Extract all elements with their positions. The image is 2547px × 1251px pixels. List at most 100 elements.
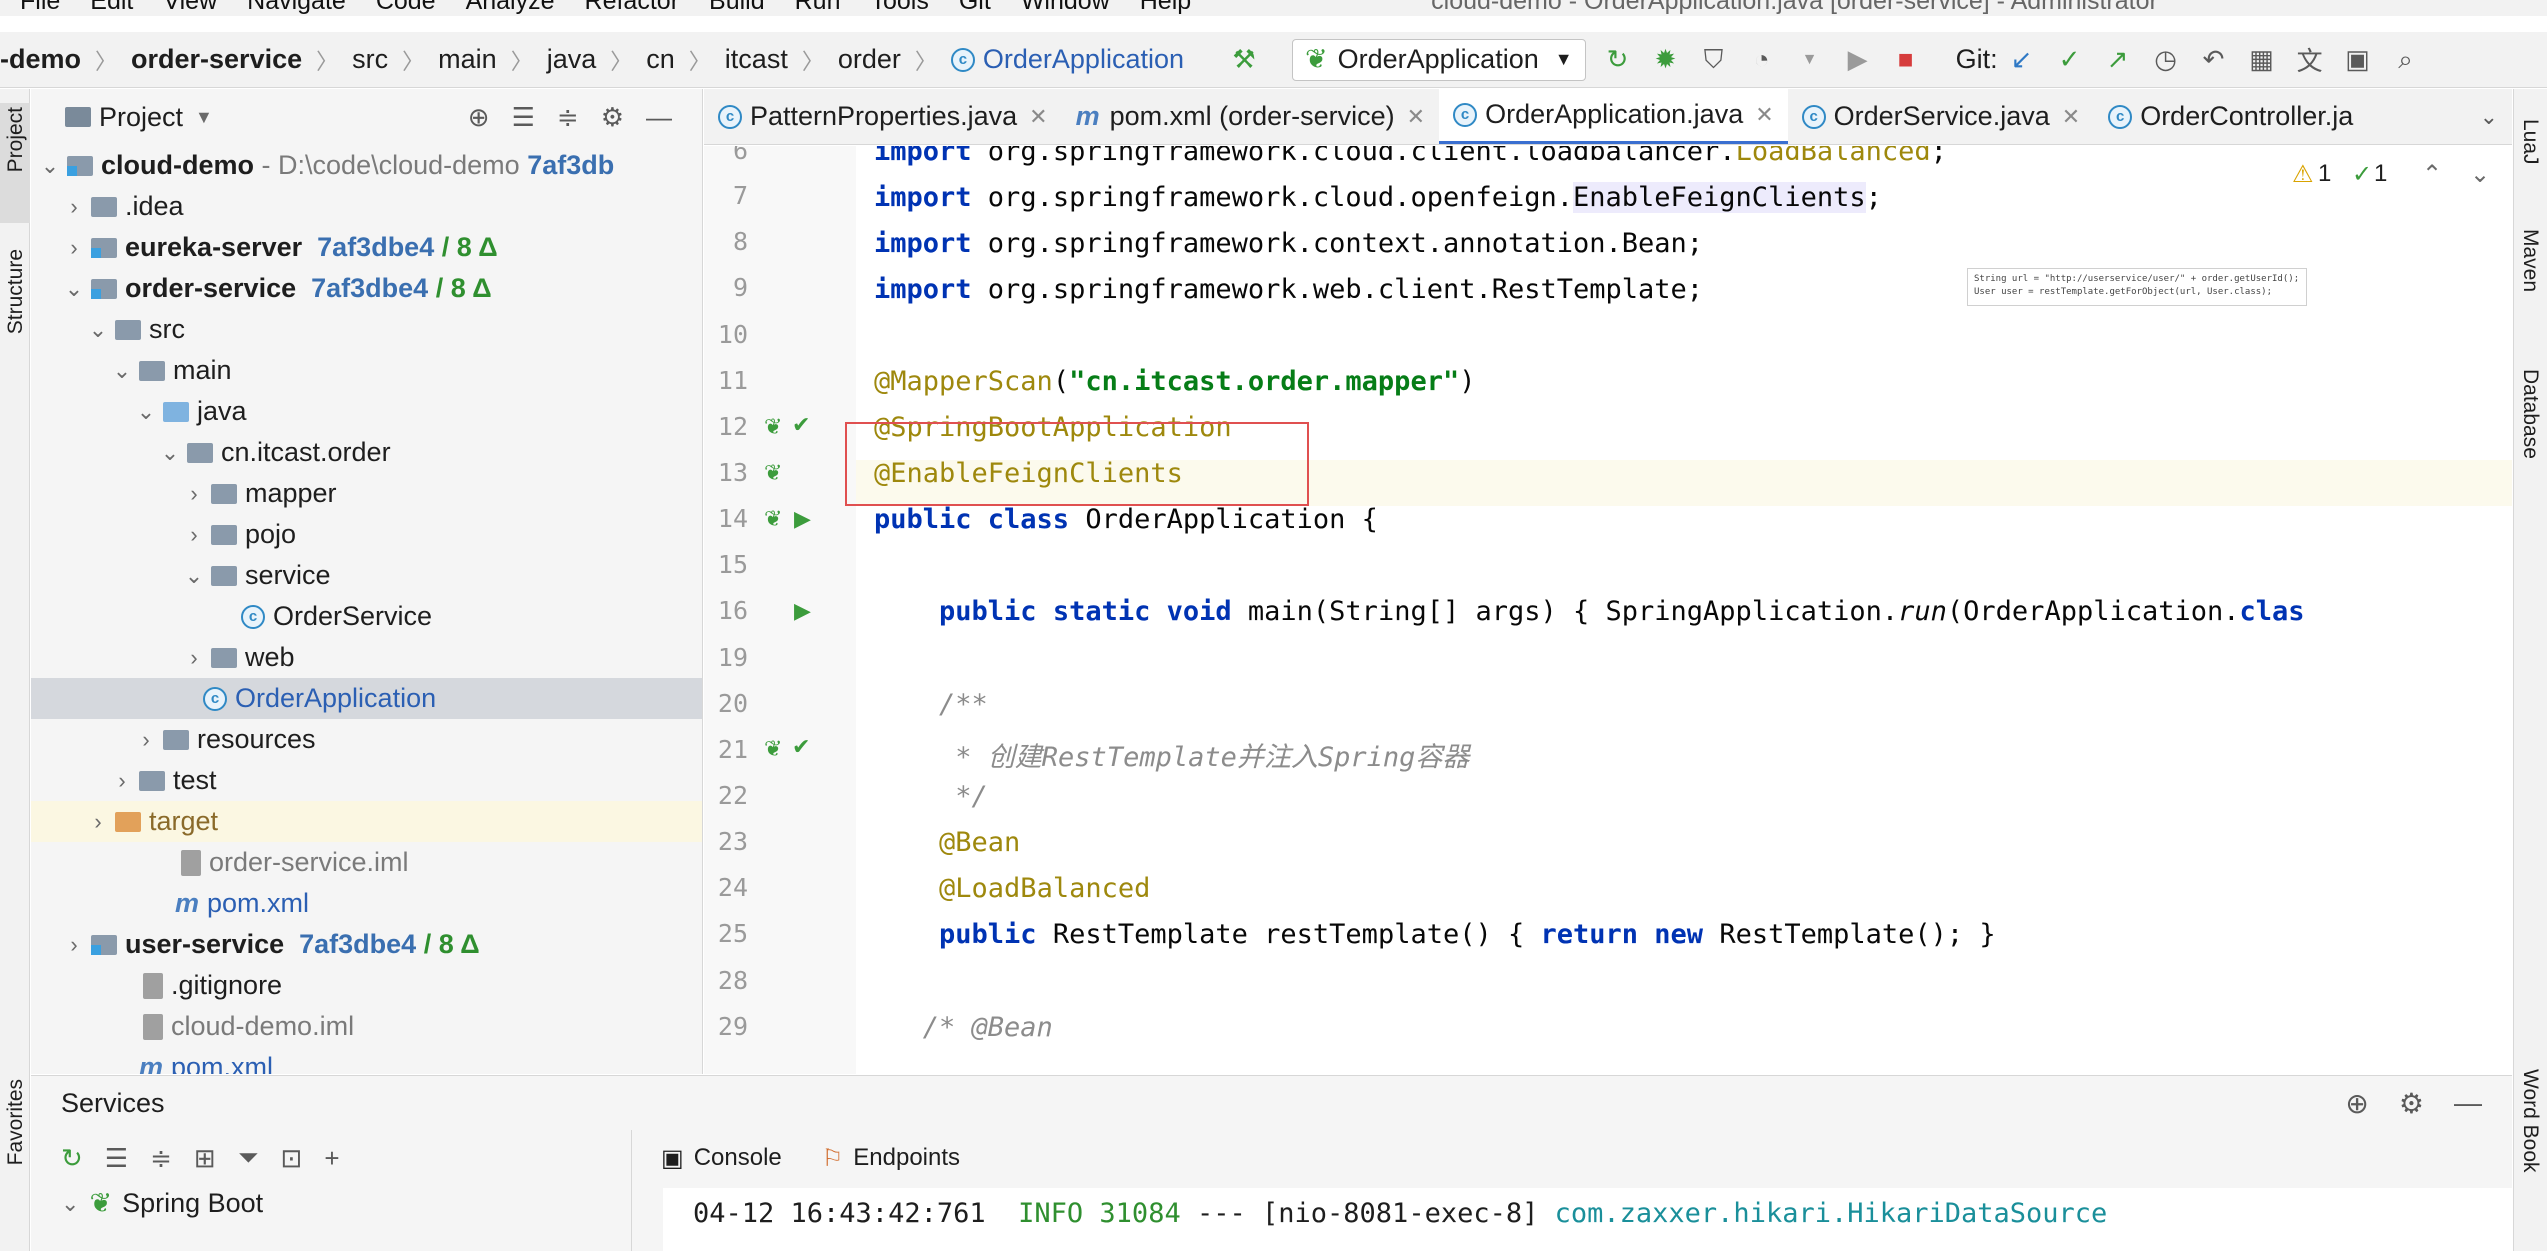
check-icon[interactable]: ✓ <box>2352 160 2372 189</box>
expand-all-icon[interactable]: ☰ <box>105 1143 128 1174</box>
new-tab-icon[interactable]: ⊡ <box>281 1143 303 1174</box>
check-gutter-icon[interactable]: ✔ <box>792 734 810 760</box>
tree-item-order-service[interactable]: ⌄ order-service 7af3dbe4 / 8 Δ <box>31 268 702 309</box>
run-gutter-icon[interactable]: ▶ <box>794 598 811 624</box>
menu-window[interactable]: Window <box>1021 0 1110 16</box>
tab-console[interactable]: ▣ Console <box>661 1144 782 1173</box>
chevron-down-icon[interactable]: ⌄ <box>2470 160 2490 189</box>
breadcrumb-module[interactable]: order-service <box>131 44 302 75</box>
tree-item-service[interactable]: ⌄ service <box>31 555 702 596</box>
spring-bean-gutter-icon[interactable]: ❦ <box>764 506 782 532</box>
run-disabled-icon[interactable]: ▶ <box>1838 40 1878 80</box>
tree-item-idea[interactable]: › .idea <box>31 186 702 227</box>
menu-file[interactable]: File <box>20 0 60 16</box>
tree-item-package[interactable]: ⌄ cn.itcast.order <box>31 432 702 473</box>
breadcrumb-main[interactable]: main <box>438 44 497 75</box>
stop-icon[interactable]: ■ <box>1886 40 1926 80</box>
tab-orderapplication[interactable]: c OrderApplication.java ✕ <box>1439 89 1788 144</box>
tree-item-cloud-demo-iml[interactable]: cloud-demo.iml <box>31 1006 702 1047</box>
tree-item-target[interactable]: › target <box>31 801 702 842</box>
menu-tools[interactable]: Tools <box>870 0 928 16</box>
translate-icon[interactable]: 文 <box>2290 40 2330 80</box>
profile-icon[interactable]: ◔ <box>1742 40 1782 80</box>
rollback-icon[interactable]: ↶ <box>2194 40 2234 80</box>
run-gutter-icon[interactable]: ▶ <box>794 506 811 532</box>
menu-build[interactable]: Build <box>709 0 765 16</box>
spring-bean-gutter-icon[interactable]: ❦ <box>764 414 782 440</box>
locate-target-icon[interactable]: ⊕ <box>468 102 490 133</box>
tab-ordercontroller[interactable]: c OrderController.ja <box>2094 89 2367 144</box>
terminal-icon[interactable]: ▣ <box>2338 40 2378 80</box>
tree-item-java[interactable]: ⌄ java <box>31 391 702 432</box>
settings-gear-icon[interactable]: ⚙ <box>2399 1087 2424 1120</box>
menu-code[interactable]: Code <box>376 0 436 16</box>
menu-view[interactable]: View <box>163 0 217 16</box>
tree-item-test[interactable]: › test <box>31 760 702 801</box>
debug-bug-icon[interactable]: ✹ <box>1646 40 1686 80</box>
breadcrumb-java[interactable]: java <box>547 44 597 75</box>
build-hammer-icon[interactable]: ⚒ <box>1224 40 1264 80</box>
refresh-icon[interactable]: ↻ <box>61 1143 83 1174</box>
tab-patternproperties[interactable]: c PatternProperties.java ✕ <box>704 89 1062 144</box>
history-clock-icon[interactable]: ◷ <box>2146 40 2186 80</box>
spring-bean-gutter-icon[interactable]: ❦ <box>764 460 782 486</box>
structure-tool-label[interactable]: Structure <box>4 249 28 334</box>
add-service-icon[interactable]: + <box>324 1143 339 1174</box>
tree-item-resources[interactable]: › resources <box>31 719 702 760</box>
rerun-icon[interactable]: ↻ <box>1598 40 1638 80</box>
git-update-icon[interactable]: ↙ <box>2002 40 2042 80</box>
target-icon[interactable]: ⊕ <box>2345 1087 2368 1120</box>
breadcrumb-project[interactable]: -demo <box>0 44 81 75</box>
tree-item-order-service-iml[interactable]: order-service.iml <box>31 842 702 883</box>
tree-item-gitignore[interactable]: .gitignore <box>31 965 702 1006</box>
code-editor[interactable]: 6 7 8 9 10 11 12 13 14 15 16 19 20 21 22… <box>704 146 2512 1074</box>
close-icon[interactable]: ✕ <box>2062 104 2080 130</box>
menu-git[interactable]: Git <box>959 0 991 16</box>
luaj-tool-label[interactable]: LuaJ <box>2518 119 2542 165</box>
console-output[interactable]: 04-12 16:43:42:761 INFO 31084 --- [nio-8… <box>663 1188 2512 1251</box>
close-icon[interactable]: ✕ <box>1407 104 1425 130</box>
breadcrumb-itcast[interactable]: itcast <box>725 44 788 75</box>
more-run-chevron-icon[interactable]: ▼ <box>1790 40 1830 80</box>
tree-item-pom-order[interactable]: m pom.xml <box>31 883 702 924</box>
breadcrumb-cn[interactable]: cn <box>646 44 675 75</box>
collapse-all-icon[interactable]: ≑ <box>150 1143 172 1174</box>
menu-refactor[interactable]: Refactor <box>585 0 679 16</box>
tree-item-eureka-server[interactable]: › eureka-server 7af3dbe4 / 8 Δ <box>31 227 702 268</box>
group-by-icon[interactable]: ⊞ <box>194 1143 216 1174</box>
tabs-overflow-chevron-icon[interactable]: ⌄ <box>2480 104 2512 130</box>
hide-minus-icon[interactable]: — <box>646 102 672 133</box>
filter-icon[interactable]: ⏷ <box>238 1142 259 1174</box>
project-tool-label[interactable]: Project <box>4 107 28 172</box>
close-icon[interactable]: ✕ <box>1029 104 1047 130</box>
tree-item-orderservice[interactable]: c OrderService <box>31 596 702 637</box>
warning-icon[interactable]: ⚠ <box>2292 160 2314 189</box>
tree-item-web[interactable]: › web <box>31 637 702 678</box>
project-panel-title[interactable]: Project <box>99 102 183 133</box>
git-commit-icon[interactable]: ✓ <box>2050 40 2090 80</box>
tree-item-orderapplication[interactable]: c OrderApplication <box>31 678 702 719</box>
tree-item-main[interactable]: ⌄ main <box>31 350 702 391</box>
spring-bean-gutter-icon[interactable]: ❦ <box>764 736 782 762</box>
chevron-up-icon[interactable]: ⌃ <box>2422 160 2442 189</box>
check-gutter-icon[interactable]: ✔ <box>792 412 810 438</box>
collapse-all-icon[interactable]: ≑ <box>557 102 579 133</box>
chevron-down-icon[interactable]: ▼ <box>195 107 213 128</box>
wordbook-tool-label[interactable]: Word Book <box>2518 1069 2542 1173</box>
expand-all-icon[interactable]: ☰ <box>512 102 535 133</box>
menu-edit[interactable]: Edit <box>90 0 133 16</box>
tab-endpoints[interactable]: ⚐ Endpoints <box>822 1144 960 1173</box>
maven-tool-label[interactable]: Maven <box>2518 229 2542 292</box>
tree-item-cloud-demo[interactable]: ⌄ cloud-demo - D:\code\cloud-demo 7af3db <box>31 145 702 186</box>
tree-item-src[interactable]: ⌄ src <box>31 309 702 350</box>
project-structure-icon[interactable]: ▦ <box>2242 40 2282 80</box>
database-tool-label[interactable]: Database <box>2518 369 2542 459</box>
favorites-tool-label[interactable]: Favorites <box>4 1079 28 1165</box>
search-icon[interactable]: ⌕ <box>2386 40 2426 80</box>
tab-pom-xml[interactable]: m pom.xml (order-service) ✕ <box>1062 89 1440 144</box>
run-configuration-select[interactable]: ❦ OrderApplication ▼ <box>1292 38 1586 81</box>
breadcrumb-class[interactable]: OrderApplication <box>983 44 1184 75</box>
settings-gear-icon[interactable]: ⚙ <box>601 102 624 133</box>
services-tree-spring-boot[interactable]: ⌄ ❦ Spring Boot <box>61 1188 263 1219</box>
tab-orderservice[interactable]: c OrderService.java ✕ <box>1788 89 2095 144</box>
